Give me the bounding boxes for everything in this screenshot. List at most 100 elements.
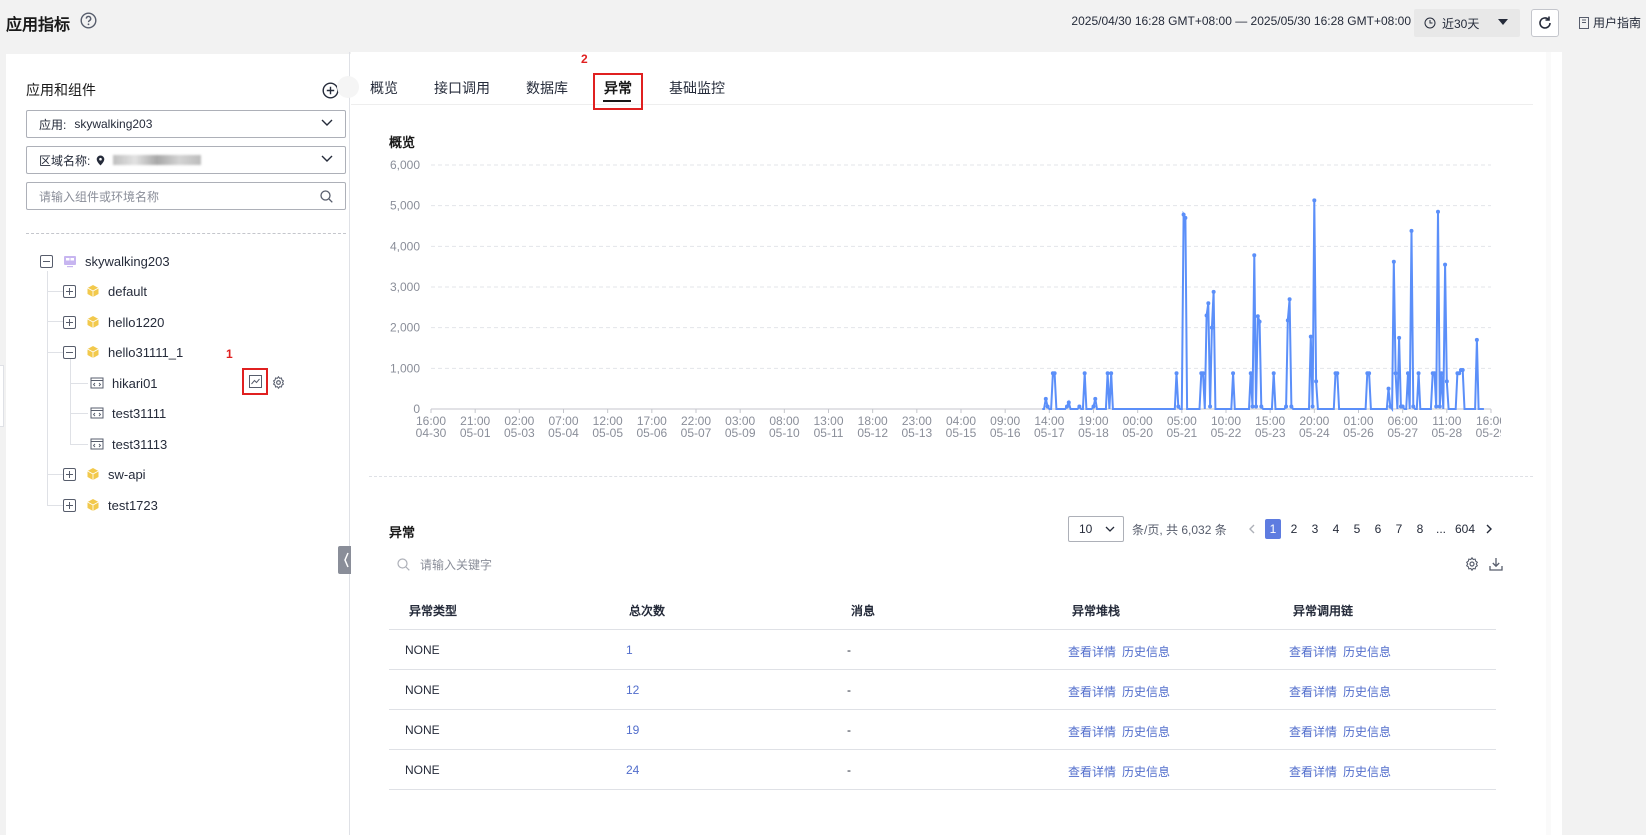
table-row: NONE 1 - 查看详情 历史信息 查看详情 历史信息 (389, 630, 1496, 670)
stack-history-link[interactable]: 历史信息 (1122, 765, 1170, 779)
x-tick-label: 05-28 (1431, 426, 1462, 440)
data-point (1208, 404, 1213, 409)
x-tick-label: 05-23 (1255, 426, 1286, 440)
tree-node-label: skywalking203 (85, 253, 170, 269)
tree-node-label: hello1220 (108, 314, 165, 330)
data-point (1066, 400, 1071, 405)
tab-basic-monitoring[interactable]: 基础监控 (669, 78, 725, 98)
prev-page-button[interactable] (1244, 519, 1260, 539)
chain-history-link[interactable]: 历史信息 (1343, 765, 1391, 779)
download-icon[interactable] (1489, 557, 1503, 571)
page-4[interactable]: 4 (1328, 519, 1344, 539)
refresh-button[interactable] (1531, 9, 1559, 37)
left-edge-handle[interactable] (0, 365, 4, 427)
page-8[interactable]: 8 (1412, 519, 1428, 539)
component-search-placeholder: 请输入组件或环境名称 (39, 189, 160, 204)
column-header-count[interactable]: 总次数 (629, 602, 665, 619)
data-point (1209, 325, 1214, 330)
x-tick-label: 05-18 (1078, 426, 1109, 440)
page-7[interactable]: 7 (1391, 519, 1407, 539)
tree-line (70, 359, 71, 444)
data-point (1367, 371, 1372, 376)
chain-detail-link[interactable]: 查看详情 (1289, 645, 1337, 659)
stack-history-link[interactable]: 历史信息 (1122, 725, 1170, 739)
keyword-search-input[interactable]: 请输入关键字 (397, 556, 492, 573)
data-point (1314, 379, 1319, 384)
cell-type: NONE (405, 683, 440, 697)
page-6[interactable]: 6 (1370, 519, 1386, 539)
settings-gear-icon[interactable] (1465, 557, 1479, 571)
column-header-message[interactable]: 消息 (851, 602, 875, 619)
metrics-chart-button[interactable] (242, 368, 268, 395)
page-5[interactable]: 5 (1349, 519, 1365, 539)
page-last[interactable]: 604 (1454, 519, 1476, 539)
cell-count-link[interactable]: 24 (626, 763, 639, 777)
tab-interface-calls[interactable]: 接口调用 (434, 78, 490, 98)
column-header-type[interactable]: 异常类型 (409, 602, 457, 619)
data-point (1411, 404, 1416, 409)
region-select[interactable]: 区域名称: (26, 146, 346, 174)
tree-node-root[interactable]: skywalking203 (40, 251, 170, 271)
stack-detail-link[interactable]: 查看详情 (1068, 645, 1116, 659)
document-icon (1579, 16, 1589, 29)
annotation-marker: 2 (581, 52, 588, 66)
tree-node-default[interactable]: default (63, 281, 147, 301)
cell-count-link[interactable]: 1 (626, 643, 633, 657)
chain-detail-link[interactable]: 查看详情 (1289, 685, 1337, 699)
stack-history-link[interactable]: 历史信息 (1122, 685, 1170, 699)
data-point (1289, 404, 1294, 409)
page-size-select[interactable]: 10 (1068, 516, 1124, 542)
tree-node-test31113[interactable]: test31113 (90, 434, 167, 454)
chain-detail-link[interactable]: 查看详情 (1289, 765, 1337, 779)
chain-history-link[interactable]: 历史信息 (1343, 685, 1391, 699)
data-point (1474, 337, 1479, 342)
tree-node-hello1220[interactable]: hello1220 (63, 312, 164, 332)
stack-detail-link[interactable]: 查看详情 (1068, 685, 1116, 699)
page-1[interactable]: 1 (1265, 519, 1281, 539)
expand-icon[interactable] (63, 315, 76, 329)
data-point (1400, 404, 1405, 409)
chain-detail-link[interactable]: 查看详情 (1289, 725, 1337, 739)
page-2[interactable]: 2 (1286, 519, 1302, 539)
stack-history-link[interactable]: 历史信息 (1122, 645, 1170, 659)
tree-node-hello31111-1[interactable]: hello31111_1 (63, 342, 183, 362)
tab-bar: 概览 接口调用 数据库 异常 基础监控 2 (351, 52, 1533, 110)
stack-detail-link[interactable]: 查看详情 (1068, 765, 1116, 779)
help-icon[interactable] (80, 12, 97, 29)
stack-detail-link[interactable]: 查看详情 (1068, 725, 1116, 739)
sidebar-title: 应用和组件 (26, 82, 96, 98)
x-tick-label: 05-24 (1299, 426, 1330, 440)
data-point (1439, 371, 1444, 376)
time-range-select[interactable]: 近30天 (1414, 9, 1520, 37)
collapse-icon[interactable] (40, 254, 53, 268)
tree-node-sw-api[interactable]: sw-api (63, 464, 146, 484)
cell-count-link[interactable]: 12 (626, 683, 639, 697)
chain-history-link[interactable]: 历史信息 (1343, 725, 1391, 739)
chain-history-link[interactable]: 历史信息 (1343, 645, 1391, 659)
panel-splitter[interactable] (349, 52, 350, 835)
table-row: NONE 12 - 查看详情 历史信息 查看详情 历史信息 (389, 670, 1496, 710)
gear-icon[interactable] (272, 376, 285, 389)
search-icon[interactable] (320, 190, 333, 203)
scrollbar[interactable] (1546, 52, 1551, 835)
tab-database[interactable]: 数据库 (526, 78, 568, 98)
tab-overview[interactable]: 概览 (370, 78, 398, 98)
collapse-icon[interactable] (63, 345, 76, 359)
x-tick-label: 05-04 (548, 426, 579, 440)
user-guide-link[interactable]: 用户指南 (1579, 14, 1641, 31)
expand-icon[interactable] (63, 467, 76, 481)
cell-count-link[interactable]: 19 (626, 723, 639, 737)
tree-node-test1723[interactable]: test1723 (63, 495, 158, 515)
page-ellipsis[interactable]: ... (1433, 519, 1449, 539)
expand-icon[interactable] (63, 284, 76, 298)
column-header-stack[interactable]: 异常堆栈 (1072, 602, 1120, 619)
tree-node-hikari01[interactable]: hikari01 (90, 373, 158, 393)
cube-icon (87, 499, 99, 511)
component-search-input[interactable]: 请输入组件或环境名称 (26, 182, 346, 210)
tree-node-test31111[interactable]: test31111 (90, 403, 166, 423)
page-3[interactable]: 3 (1307, 519, 1323, 539)
column-header-call-chain[interactable]: 异常调用链 (1293, 602, 1353, 619)
app-select[interactable]: 应用: skywalking203 (26, 110, 346, 138)
expand-icon[interactable] (63, 498, 76, 512)
next-page-button[interactable] (1481, 519, 1497, 539)
